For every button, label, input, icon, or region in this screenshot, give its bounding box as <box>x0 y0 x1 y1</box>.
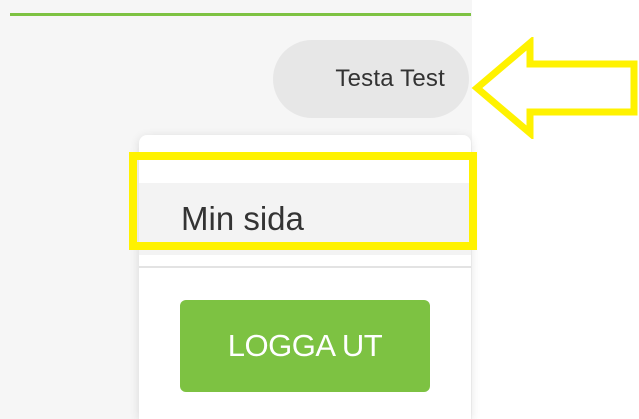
page-stage: Testa Test Min sida LOGGA UT <box>0 0 639 419</box>
user-dropdown-menu: Min sida LOGGA UT <box>139 135 471 419</box>
header-accent-line <box>10 13 471 16</box>
user-name-label: Testa Test <box>335 65 445 92</box>
menu-item-my-page[interactable]: Min sida <box>139 183 471 255</box>
menu-item-my-page-label: Min sida <box>181 200 304 237</box>
user-menu-button[interactable]: Testa Test <box>273 40 469 118</box>
menu-divider <box>139 266 471 268</box>
left-arrow-outline-icon <box>471 37 638 139</box>
logout-button-label: LOGGA UT <box>227 328 383 363</box>
logout-button[interactable]: LOGGA UT <box>180 300 430 392</box>
